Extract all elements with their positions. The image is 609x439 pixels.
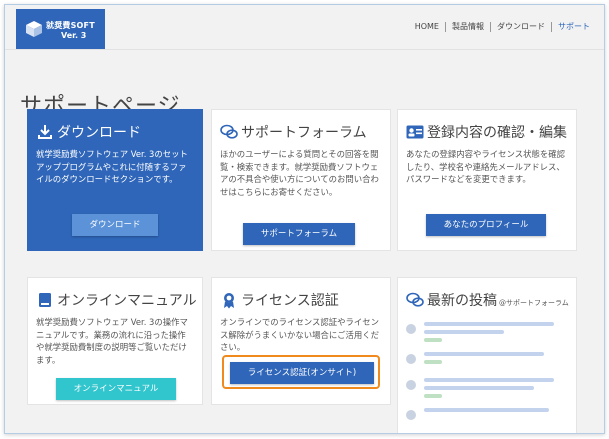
latest-posts-card: 最新の投稿 @サポートフォーラム [397, 277, 577, 433]
nav-download[interactable]: ダウンロード [491, 21, 551, 32]
award-ribbon-icon [220, 291, 238, 309]
blurred-post-text [424, 408, 549, 416]
top-nav: HOME 製品情報 ダウンロード サポート [409, 21, 596, 32]
nav-products[interactable]: 製品情報 [446, 21, 490, 32]
card-title: ライセンス認証 [220, 290, 339, 310]
profile-button[interactable]: あなたのプロフィール [426, 214, 546, 236]
profile-card: 登録内容の確認・編集 あなたの登録内容やライセンス状態を確認したり、学校名や連絡… [397, 109, 577, 251]
list-item[interactable] [406, 352, 544, 368]
download-button[interactable]: ダウンロード [72, 214, 158, 236]
card-description: あなたの登録内容やライセンス状態を確認したり、学校名や連絡先メールアドレス、パス… [406, 149, 565, 184]
list-item[interactable] [406, 378, 554, 402]
card-title: 最新の投稿 @サポートフォーラム [406, 290, 569, 310]
highlight-outline [222, 355, 380, 389]
blurred-post-text [424, 352, 544, 368]
card-title-text: 最新の投稿 [427, 293, 497, 309]
book-icon [36, 291, 54, 309]
card-title: ダウンロード [36, 122, 141, 142]
logo-text: 就奨費SOFT [46, 21, 95, 30]
nav-home[interactable]: HOME [409, 22, 445, 31]
card-subtitle: @サポートフォーラム [499, 298, 569, 307]
card-title: 登録内容の確認・編集 [406, 122, 567, 142]
avatar [406, 324, 416, 334]
card-title-text: サポートフォーラム [241, 125, 367, 141]
blurred-post-text [424, 322, 554, 346]
avatar [406, 410, 416, 420]
online-manual-card: オンラインマニュアル 就学奨励費ソフトウェア Ver. 3の操作マニュアルです。… [27, 277, 203, 405]
blurred-post-text [424, 378, 554, 402]
card-description: 就学奨励費ソフトウェア Ver. 3のセットアッププログラムやこれに付随するファ… [36, 149, 188, 184]
card-title-text: ダウンロード [57, 125, 141, 141]
card-title-text: ライセンス認証 [241, 293, 339, 309]
list-item[interactable] [406, 408, 549, 420]
id-card-icon [406, 123, 424, 141]
card-title-text: オンラインマニュアル [57, 293, 197, 309]
avatar [406, 380, 416, 390]
site-logo[interactable]: 就奨費SOFT Ver. 3 [16, 9, 105, 49]
download-card: ダウンロード 就学奨励費ソフトウェア Ver. 3のセットアッププログラムやこれ… [27, 109, 203, 251]
avatar [406, 354, 416, 364]
card-description: 就学奨励費ソフトウェア Ver. 3の操作マニュアルです。業務の流れに沿った操作… [36, 317, 188, 365]
chat-bubbles-icon [406, 291, 424, 309]
online-manual-button[interactable]: オンラインマニュアル [56, 378, 176, 400]
chat-bubbles-icon [220, 123, 238, 141]
download-icon [36, 123, 54, 141]
support-forum-button[interactable]: サポートフォーラム [243, 223, 355, 245]
nav-support[interactable]: サポート [552, 21, 596, 32]
list-item[interactable] [406, 322, 554, 346]
card-description: ほかのユーザーによる質問とその回答を閲覧・検索できます。就学奨励費ソフトウェアの… [220, 149, 379, 197]
support-forum-card: サポートフォーラム ほかのユーザーによる質問とその回答を閲覧・検索できます。就学… [211, 109, 391, 251]
card-title-text: 登録内容の確認・編集 [427, 125, 567, 141]
card-title: オンラインマニュアル [36, 290, 197, 310]
browser-frame: 就奨費SOFT Ver. 3 HOME 製品情報 ダウンロード サポート サポー… [4, 4, 605, 434]
card-title: サポートフォーラム [220, 122, 367, 142]
site-header: 就奨費SOFT Ver. 3 HOME 製品情報 ダウンロード サポート [5, 5, 604, 50]
cube-logo-icon [25, 20, 43, 42]
logo-version: Ver. 3 [61, 31, 87, 40]
card-description: オンラインでのライセンス認証やライセンス解除がうまくいかない場合にご活用ください… [220, 317, 379, 352]
